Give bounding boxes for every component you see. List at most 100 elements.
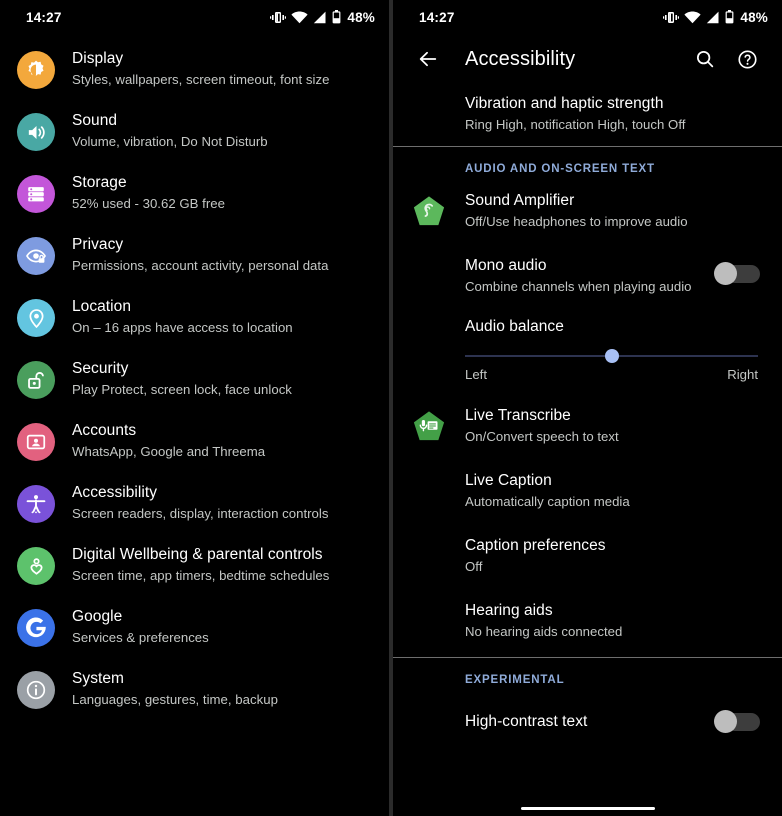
slider-left-label: Left: [465, 367, 487, 382]
app-bar: Accessibility: [393, 34, 782, 84]
accessibility-row-live-transcribe[interactable]: Live Transcribe On/Convert speech to tex…: [393, 394, 782, 457]
row-subtitle: Languages, gestures, time, backup: [72, 692, 278, 707]
settings-row-sound[interactable]: Sound Volume, vibration, Do Not Disturb: [0, 100, 389, 162]
eye-lock-icon: [17, 237, 55, 275]
row-title: Display: [72, 50, 124, 67]
sound-amplifier-icon: [411, 193, 447, 229]
status-bar-right: 14:27 48%: [393, 0, 782, 34]
unlocked-padlock-icon: [17, 361, 55, 399]
accessibility-row-hearing-aids[interactable]: Hearing aids No hearing aids connected: [393, 587, 782, 657]
settings-row-security[interactable]: Security Play Protect, screen lock, face…: [0, 348, 389, 410]
row-title: Security: [72, 360, 129, 377]
settings-list: Display Styles, wallpapers, screen timeo…: [0, 34, 389, 720]
storage-icon: [17, 175, 55, 213]
accessibility-row-mono-audio[interactable]: Mono audio Combine channels when playing…: [393, 242, 782, 307]
accessibility-row-vibration[interactable]: Vibration and haptic strength Ring High,…: [393, 84, 782, 146]
row-subtitle: Permissions, account activity, personal …: [72, 258, 329, 273]
row-title: Accessibility: [72, 484, 158, 501]
brightness-icon: [17, 51, 55, 89]
slider-thumb[interactable]: [604, 349, 619, 363]
row-title: Storage: [72, 174, 127, 191]
row-title: Audio balance: [465, 318, 564, 335]
status-icons: 48%: [663, 10, 768, 25]
row-title: Accounts: [72, 422, 137, 439]
row-title: Privacy: [72, 236, 124, 253]
wifi-icon: [684, 11, 701, 24]
volume-icon: [17, 113, 55, 151]
slider-right-label: Right: [727, 367, 758, 382]
status-time: 14:27: [419, 9, 455, 25]
settings-row-display[interactable]: Display Styles, wallpapers, screen timeo…: [0, 38, 389, 100]
section-header-experimental: EXPERIMENTAL: [465, 674, 565, 686]
row-subtitle: On/Convert speech to text: [465, 429, 619, 444]
status-time: 14:27: [26, 9, 62, 25]
vibrate-icon: [270, 11, 287, 24]
row-title: Caption preferences: [465, 537, 606, 554]
settings-row-system[interactable]: System Languages, gestures, time, backup: [0, 658, 389, 720]
location-pin-icon: [17, 299, 55, 337]
settings-row-location[interactable]: Location On – 16 apps have access to loc…: [0, 286, 389, 348]
settings-row-privacy[interactable]: Privacy Permissions, account activity, p…: [0, 224, 389, 286]
row-title: Location: [72, 298, 132, 315]
row-title: Mono audio: [465, 257, 547, 274]
signal-icon: [313, 11, 327, 24]
audio-balance-slider[interactable]: [465, 347, 758, 365]
info-icon: [17, 671, 55, 709]
battery-icon: [332, 10, 341, 24]
settings-row-digital-wellbeing[interactable]: Digital Wellbeing & parental controls Sc…: [0, 534, 389, 596]
row-title: Google: [72, 608, 123, 625]
row-subtitle: WhatsApp, Google and Threema: [72, 444, 266, 459]
high-contrast-text-toggle[interactable]: [714, 709, 760, 733]
toggle-thumb: [714, 262, 737, 285]
dual-screenshot-container: 14:27 48% Display Styles, wallpapers, sc…: [0, 0, 782, 816]
row-subtitle: 52% used - 30.62 GB free: [72, 196, 225, 211]
search-icon[interactable]: [684, 38, 726, 80]
row-subtitle: Styles, wallpapers, screen timeout, font…: [72, 72, 330, 87]
row-title: Hearing aids: [465, 602, 553, 619]
settings-row-accessibility[interactable]: Accessibility Screen readers, display, i…: [0, 472, 389, 534]
row-subtitle: No hearing aids connected: [465, 624, 623, 639]
right-phone-screen: 14:27 48% Accessibility Vibration and ha…: [391, 0, 782, 816]
wifi-icon: [291, 11, 308, 24]
gesture-navigation-bar[interactable]: [520, 807, 655, 810]
row-title: Digital Wellbeing & parental controls: [72, 546, 323, 563]
row-title: Live Transcribe: [465, 407, 571, 424]
row-title: System: [72, 670, 124, 687]
mono-audio-toggle[interactable]: [714, 262, 760, 285]
live-transcribe-icon: [411, 408, 447, 444]
row-subtitle: Volume, vibration, Do Not Disturb: [72, 134, 268, 149]
vibrate-icon: [663, 11, 680, 24]
back-arrow-icon[interactable]: [407, 38, 449, 80]
row-subtitle: Off: [465, 559, 483, 574]
settings-row-accounts[interactable]: Accounts WhatsApp, Google and Threema: [0, 410, 389, 472]
settings-row-google[interactable]: Google Services & preferences: [0, 596, 389, 658]
battery-percent: 48%: [740, 9, 768, 25]
accessibility-row-live-caption[interactable]: Live Caption Automatically caption media: [393, 457, 782, 522]
help-icon[interactable]: [726, 38, 768, 80]
accessibility-row-sound-amplifier[interactable]: Sound Amplifier Off/Use headphones to im…: [393, 185, 782, 242]
row-subtitle: Play Protect, screen lock, face unlock: [72, 382, 292, 397]
heart-wellbeing-icon: [17, 547, 55, 585]
accessibility-row-audio-balance[interactable]: Audio balance Left Right: [393, 307, 782, 394]
row-title: Vibration and haptic strength: [465, 95, 664, 112]
row-subtitle: Screen time, app timers, bedtime schedul…: [72, 568, 330, 583]
page-title: Accessibility: [465, 47, 576, 70]
row-subtitle: Screen readers, display, interaction con…: [72, 506, 329, 521]
row-subtitle: Services & preferences: [72, 630, 209, 645]
battery-percent: 48%: [347, 9, 375, 25]
row-subtitle: Ring High, notification High, touch Off: [465, 117, 686, 132]
settings-row-storage[interactable]: Storage 52% used - 30.62 GB free: [0, 162, 389, 224]
row-subtitle: Combine channels when playing audio: [465, 279, 692, 294]
accessibility-row-high-contrast-text[interactable]: High-contrast text: [393, 696, 782, 750]
google-g-icon: [17, 609, 55, 647]
row-title: Sound: [72, 112, 118, 129]
battery-icon: [725, 10, 734, 24]
status-bar-left: 14:27 48%: [0, 0, 389, 34]
row-title: Sound Amplifier: [465, 192, 575, 209]
accessibility-person-icon: [17, 485, 55, 523]
signal-icon: [706, 11, 720, 24]
row-title: High-contrast text: [465, 712, 588, 730]
row-title: Live Caption: [465, 472, 552, 489]
accessibility-row-caption-preferences[interactable]: Caption preferences Off: [393, 522, 782, 587]
toggle-thumb: [714, 709, 737, 733]
